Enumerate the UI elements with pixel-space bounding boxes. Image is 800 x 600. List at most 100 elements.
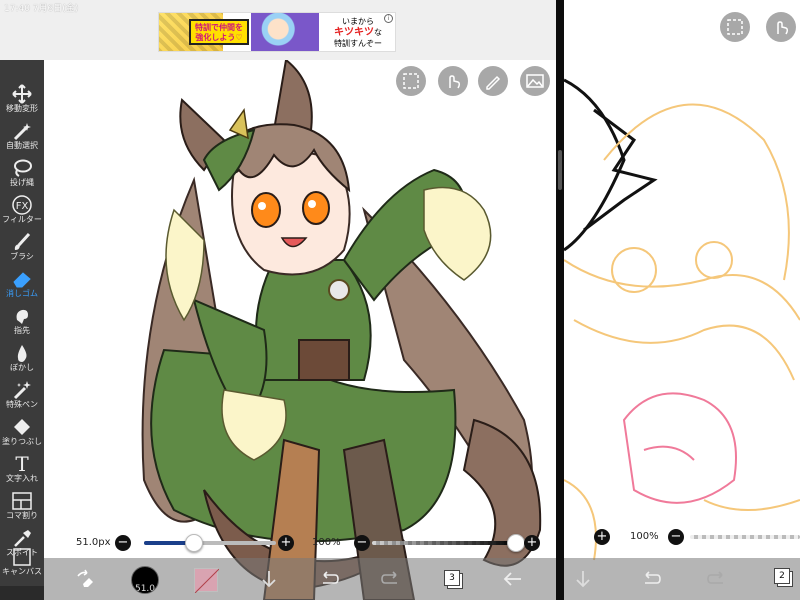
tool-fill[interactable]: 塗りつぶし <box>0 415 44 453</box>
selection-icon <box>727 19 743 35</box>
tool-blur[interactable]: ぼかし <box>0 341 44 379</box>
tool-magic-wand[interactable]: 自動選択 <box>0 119 44 157</box>
selection-button[interactable] <box>396 66 426 96</box>
split-view-divider[interactable] <box>556 0 564 600</box>
eraser-swap-button[interactable] <box>74 568 96 594</box>
status-time: 17:40 7月6日(金) <box>4 4 79 14</box>
blur-icon <box>0 341 44 363</box>
second-canvas[interactable] <box>564 0 800 600</box>
arrow-left-icon <box>503 572 521 586</box>
image-icon <box>526 74 544 88</box>
undo-icon <box>645 571 661 584</box>
right-bottom-toolbar <box>564 558 800 600</box>
brush-size-indicator[interactable]: 51.0 <box>131 566 159 594</box>
artwork-illustration <box>141 60 542 600</box>
right-plus-button[interactable]: + <box>594 529 610 545</box>
ad-copy-line2: キツキツ <box>334 27 374 38</box>
tool-label: 投げ縄 <box>10 178 34 187</box>
back-button[interactable] <box>502 568 524 594</box>
fx-glyph: FX <box>16 201 29 212</box>
color-swatch-icon <box>194 568 220 594</box>
size-slider-track[interactable] <box>144 541 276 545</box>
selection-icon <box>403 73 419 89</box>
right-layers-button[interactable]: 2 <box>774 568 790 584</box>
opacity-minus-button[interactable]: − <box>354 535 370 551</box>
ad-character-image <box>251 13 319 51</box>
hand-gesture-icon <box>777 21 789 35</box>
ad-copy-line4: 特訓すんぞー <box>334 39 382 48</box>
drawing-canvas[interactable] <box>44 60 556 600</box>
undo-button[interactable] <box>318 568 340 594</box>
eraser-swap-icon <box>77 569 93 587</box>
tool-special-pen[interactable]: 特殊ペン <box>0 378 44 416</box>
arrow-down-icon <box>576 571 590 588</box>
canvas-icon <box>0 545 44 567</box>
right-minus-button[interactable]: − <box>668 529 684 545</box>
right-selection-button[interactable] <box>720 12 750 42</box>
tool-label: 消しゴム <box>6 289 38 298</box>
opacity-label: 100% <box>312 537 341 548</box>
redo-icon <box>381 571 397 584</box>
opacity-slider-fill <box>372 541 516 545</box>
tool-move[interactable]: 移動変形 <box>0 82 44 120</box>
text-icon: T <box>15 452 29 476</box>
magic-wand-icon <box>0 119 44 141</box>
tool-label: コマ割り <box>6 511 38 520</box>
pen-icon <box>486 75 501 90</box>
tool-text[interactable]: T 文字入れ <box>0 452 44 490</box>
tool-frame-divide[interactable]: コマ割り <box>0 489 44 527</box>
brush-icon <box>0 230 44 252</box>
ad-info-icon[interactable]: i <box>384 14 393 23</box>
tool-panel: 移動変形 自動選択 投げ縄 FX フィルター ブラシ 消しゴム 指先 ぼかし 特… <box>0 60 44 586</box>
pen-button[interactable] <box>478 66 508 96</box>
move-icon <box>0 82 44 104</box>
frame-divide-icon <box>0 489 44 511</box>
size-plus-button[interactable]: + <box>278 535 294 551</box>
ad-copy-line3: な <box>374 28 382 37</box>
tool-label: ぼかし <box>10 363 34 372</box>
lasso-icon <box>0 156 44 178</box>
tool-label: 移動変形 <box>6 104 38 113</box>
opacity-slider-knob[interactable] <box>507 534 525 552</box>
layers-button[interactable]: 3 <box>444 570 460 586</box>
color-swatch-button[interactable] <box>194 568 220 594</box>
right-undo-button[interactable] <box>640 568 662 594</box>
right-download-button[interactable] <box>572 568 594 594</box>
undo-icon <box>323 571 339 584</box>
opacity-slider-track[interactable] <box>372 541 516 545</box>
bottom-toolbar <box>44 558 556 600</box>
download-button[interactable] <box>258 568 280 594</box>
ad-copy-line1: いまから <box>342 17 374 26</box>
hand-gesture-icon <box>449 75 461 89</box>
smudge-icon <box>0 304 44 326</box>
redo-icon <box>707 571 723 584</box>
arrow-down-icon <box>262 571 276 588</box>
right-hand-gesture-button[interactable] <box>766 12 796 42</box>
fill-bucket-icon <box>0 415 44 437</box>
tool-label: 塗りつぶし <box>1 437 43 446</box>
fx-icon: FX <box>0 193 44 215</box>
ad-headline: 特訓で仲間を 強化しよう♡ <box>189 19 249 45</box>
right-opacity-slider-track[interactable] <box>690 535 800 539</box>
opacity-plus-button[interactable]: + <box>524 535 540 551</box>
ad-headline-line1: 特訓で仲間を <box>195 23 243 32</box>
tool-label: 指先 <box>14 326 30 335</box>
size-minus-button[interactable]: − <box>115 535 131 551</box>
tool-lasso[interactable]: 投げ縄 <box>0 156 44 194</box>
redo-button[interactable] <box>380 568 402 594</box>
right-redo-button[interactable] <box>706 568 728 594</box>
tool-smudge[interactable]: 指先 <box>0 304 44 342</box>
divider-grip[interactable] <box>558 150 562 190</box>
ad-headline-line2: 強化しよう♡ <box>195 33 243 42</box>
tool-eraser[interactable]: 消しゴム <box>0 267 44 305</box>
tool-filter[interactable]: FX フィルター <box>0 193 44 231</box>
ad-banner[interactable]: 特訓で仲間を 強化しよう♡ いまから キツキツな 特訓すんぞー i <box>158 12 396 52</box>
brush-size-label: 51.0px <box>76 537 111 548</box>
tool-brush[interactable]: ブラシ <box>0 230 44 268</box>
eraser-icon <box>0 267 44 289</box>
tool-label: 特殊ペン <box>6 400 38 409</box>
tool-label: 自動選択 <box>6 141 38 150</box>
hand-gesture-button[interactable] <box>438 66 468 96</box>
tool-canvas[interactable]: キャンバス <box>0 545 44 585</box>
image-button[interactable] <box>520 66 550 96</box>
